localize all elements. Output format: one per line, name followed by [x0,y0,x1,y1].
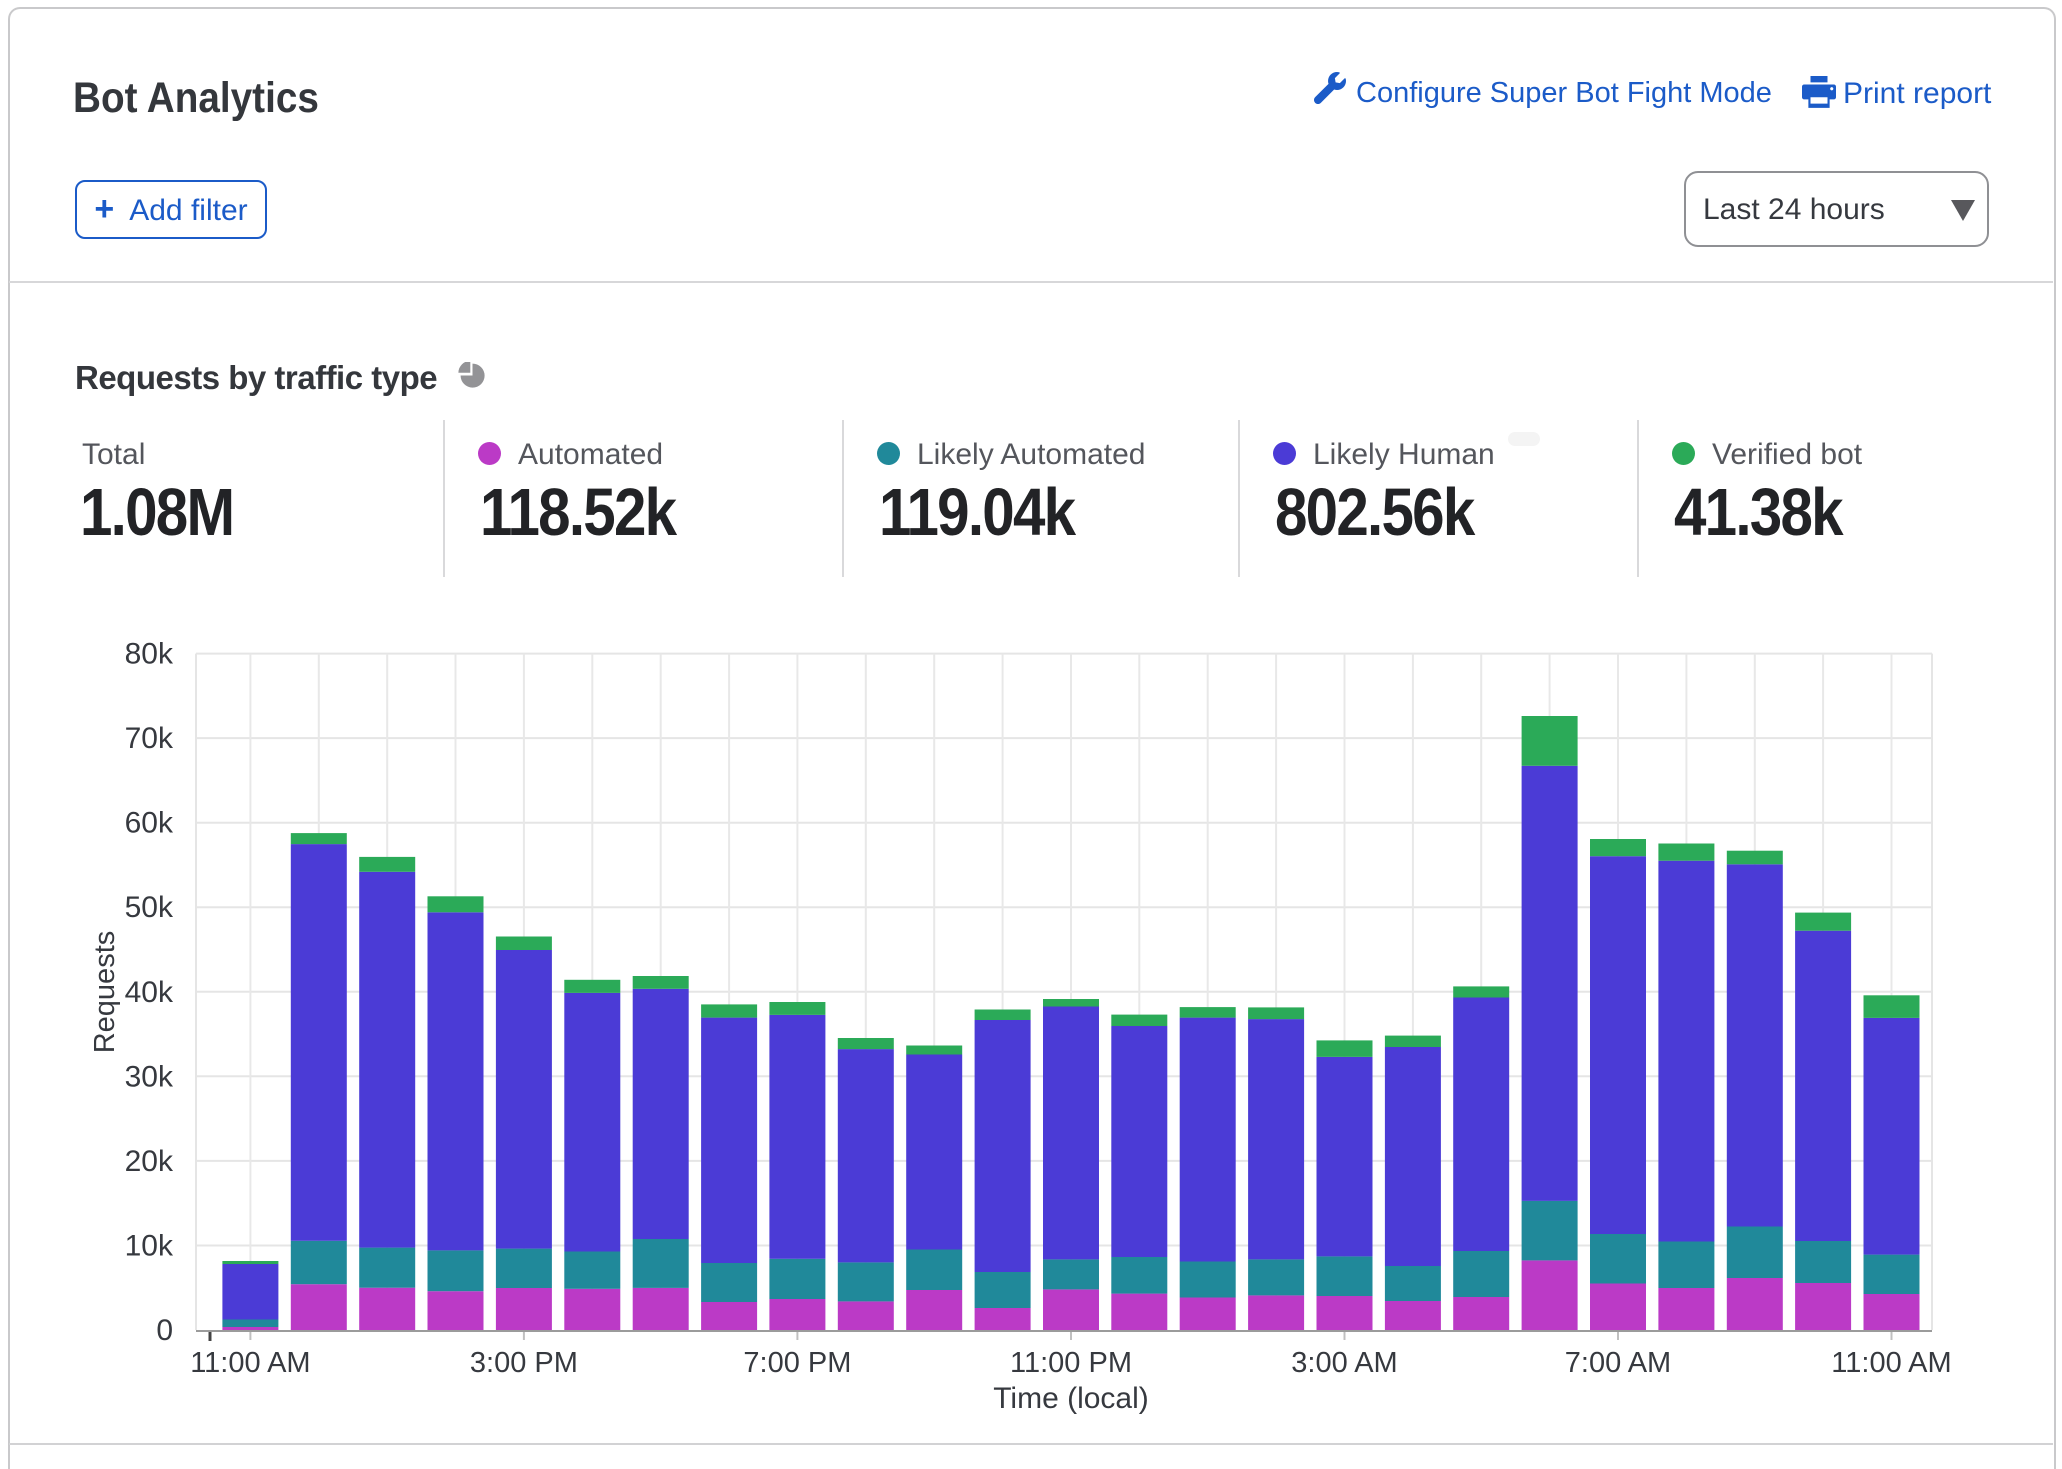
svg-text:7:00 AM: 7:00 AM [1565,1347,1671,1379]
svg-text:11:00 AM: 11:00 AM [1831,1347,1951,1379]
svg-text:30k: 30k [125,1060,174,1093]
svg-text:3:00 AM: 3:00 AM [1291,1347,1397,1379]
svg-text:7:00 PM: 7:00 PM [743,1347,851,1379]
svg-text:10k: 10k [125,1230,174,1263]
svg-text:60k: 60k [125,807,174,840]
svg-text:50k: 50k [125,891,174,924]
svg-text:Requests: Requests [89,931,121,1054]
svg-text:11:00 PM: 11:00 PM [1010,1347,1132,1379]
svg-text:11:00 AM: 11:00 AM [190,1347,310,1379]
svg-text:Time (local): Time (local) [993,1382,1149,1415]
svg-text:40k: 40k [125,976,174,1009]
svg-text:20k: 20k [125,1145,174,1178]
svg-text:70k: 70k [125,722,174,755]
svg-text:80k: 80k [125,638,174,671]
svg-text:0: 0 [156,1314,173,1347]
svg-text:3:00 PM: 3:00 PM [470,1347,578,1379]
